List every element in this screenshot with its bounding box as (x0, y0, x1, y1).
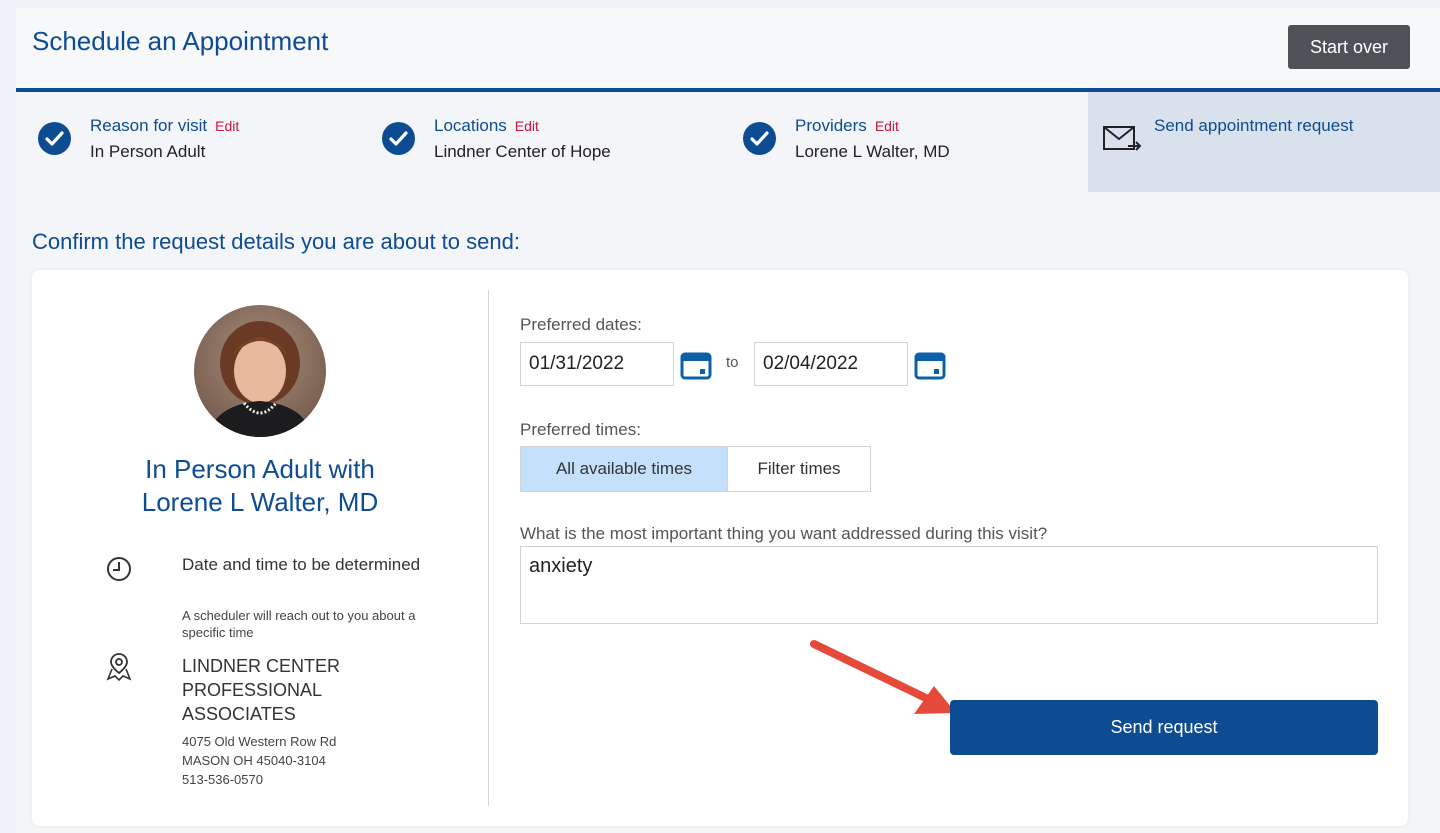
location-address: 4075 Old Western Row Rd MASON OH 45040-3… (182, 732, 442, 789)
start-date-input[interactable] (520, 342, 674, 386)
provider-avatar (194, 305, 326, 437)
preferred-dates-label: Preferred dates: (520, 315, 642, 334)
send-request-button[interactable]: Send request (950, 700, 1378, 755)
progress-steps: Reason for visit Edit In Person Adult Loc… (16, 92, 1440, 192)
step-value: Lorene L Walter, MD (795, 142, 950, 161)
card-divider (488, 290, 489, 806)
step-label: Providers (795, 116, 867, 135)
start-over-button[interactable]: Start over (1288, 25, 1410, 69)
arrow-annotation (810, 640, 956, 714)
page-title: Schedule an Appointment (32, 26, 329, 56)
filter-times-option[interactable]: Filter times (727, 446, 871, 492)
calendar-icon[interactable] (914, 350, 946, 380)
end-date-input[interactable] (754, 342, 908, 386)
preferred-times-label: Preferred times: (520, 420, 641, 439)
envelope-icon (1103, 126, 1142, 151)
step-send-request: Send appointment request (1088, 92, 1440, 192)
step-label: Reason for visit (90, 116, 208, 135)
clock-icon (107, 557, 131, 581)
send-step-label: Send appointment request (1154, 116, 1354, 135)
datetime-subtext: A scheduler will reach out to you about … (182, 608, 416, 640)
step-label: Locations (434, 116, 507, 135)
step-value: Lindner Center of Hope (434, 142, 611, 161)
calendar-icon[interactable] (680, 350, 712, 380)
check-icon (38, 122, 71, 155)
check-icon (743, 122, 776, 155)
step-value: In Person Adult (90, 142, 206, 161)
datetime-text: Date and time to be determined (182, 555, 421, 574)
date-range-to: to (726, 354, 739, 371)
location-phone: 513-536-0570 (182, 772, 263, 787)
edit-reason-link[interactable]: Edit (215, 118, 239, 134)
request-card: In Person Adult with Lorene L Walter, MD… (32, 270, 1408, 826)
all-times-option[interactable]: All available times (520, 446, 728, 492)
page: Schedule an Appointment Start over Reaso… (16, 8, 1440, 833)
edit-providers-link[interactable]: Edit (875, 118, 899, 134)
location-name: LINDNER CENTER PROFESSIONAL ASSOCIATES (182, 656, 341, 724)
confirm-title: Confirm the request details you are abou… (32, 229, 520, 254)
provider-title: In Person Adult with Lorene L Walter, MD (141, 454, 379, 517)
visit-reason-textarea[interactable]: anxiety (520, 546, 1378, 624)
header: Schedule an Appointment Start over (16, 8, 1440, 92)
question-label: What is the most important thing you wan… (520, 524, 1048, 543)
edit-locations-link[interactable]: Edit (515, 118, 539, 134)
map-pin-icon (106, 653, 132, 682)
check-icon (382, 122, 415, 155)
